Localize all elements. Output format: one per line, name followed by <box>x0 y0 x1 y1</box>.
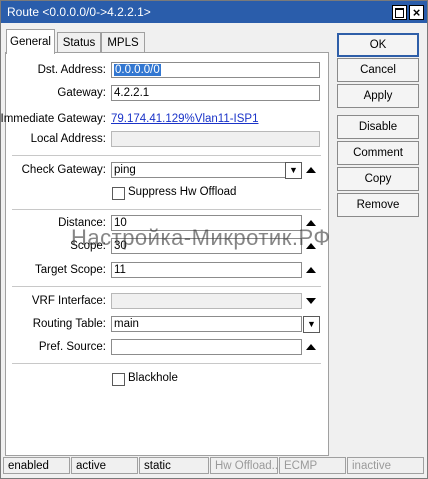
local-address-label: Local Address: <box>30 133 106 145</box>
status-enabled: enabled <box>3 457 70 474</box>
suppress-hw-offload-label: Suppress Hw Offload <box>128 186 237 198</box>
suppress-hw-offload-checkbox[interactable] <box>112 187 125 200</box>
vrf-interface-field[interactable] <box>111 293 302 309</box>
status-static: static <box>139 457 209 474</box>
comment-button[interactable]: Comment <box>337 141 419 165</box>
close-icon[interactable]: × <box>409 5 424 20</box>
status-active: active <box>71 457 138 474</box>
routing-table-label: Routing Table: <box>32 318 106 330</box>
routing-table-dropdown-icon[interactable]: ▼ <box>303 316 320 333</box>
status-inactive: inactive <box>347 457 424 474</box>
dst-address-label: Dst. Address: <box>37 64 106 76</box>
dst-address-value: 0.0.0.0/0 <box>114 64 161 76</box>
target-scope-field[interactable]: 11 <box>111 262 302 278</box>
ok-button[interactable]: OK <box>337 33 419 57</box>
local-address-field[interactable] <box>111 131 320 147</box>
remove-button[interactable]: Remove <box>337 193 419 217</box>
status-hw-offload: Hw Offload... <box>210 457 278 474</box>
tab-mpls[interactable]: MPLS <box>101 32 145 54</box>
gateway-label: Gateway: <box>57 87 106 99</box>
immediate-gateway-label: Immediate Gateway: <box>0 113 106 125</box>
tab-status[interactable]: Status <box>57 32 101 54</box>
cancel-button[interactable]: Cancel <box>337 58 419 82</box>
window-title: Route <0.0.0.0/0->4.2.2.1> <box>7 5 151 19</box>
pref-source-collapse-icon[interactable] <box>306 344 316 350</box>
separator <box>12 155 321 156</box>
check-gateway-field[interactable]: ping <box>111 162 286 178</box>
apply-button[interactable]: Apply <box>337 84 419 108</box>
tab-general[interactable]: General <box>6 29 55 54</box>
watermark-text: Настройка-Микротик.РФ <box>71 225 331 250</box>
blackhole-checkbox[interactable] <box>112 373 125 386</box>
check-gateway-collapse-icon[interactable] <box>306 167 316 173</box>
blackhole-label: Blackhole <box>128 372 178 384</box>
immediate-gateway-link[interactable]: 79.174.41.129%Vlan11-ISP1 <box>111 113 258 125</box>
target-scope-collapse-icon[interactable] <box>306 267 316 273</box>
maximize-icon[interactable] <box>392 5 407 20</box>
separator <box>12 286 321 287</box>
vrf-interface-expand-icon[interactable] <box>306 298 316 304</box>
dst-address-field[interactable]: 0.0.0.0/0 <box>111 62 320 78</box>
disable-button[interactable]: Disable <box>337 115 419 139</box>
check-gateway-dropdown-icon[interactable]: ▼ <box>285 162 302 179</box>
separator <box>12 209 321 210</box>
pref-source-field[interactable] <box>111 339 302 355</box>
status-ecmp: ECMP <box>279 457 346 474</box>
check-gateway-label: Check Gateway: <box>21 164 106 176</box>
gateway-field[interactable]: 4.2.2.1 <box>111 85 320 101</box>
title-bar[interactable]: Route <0.0.0.0/0->4.2.2.1> × <box>1 1 427 23</box>
separator <box>12 363 321 364</box>
route-dialog-window: Route <0.0.0.0/0->4.2.2.1> × General Sta… <box>0 0 428 479</box>
general-panel: Dst. Address: Gateway: Immediate Gateway… <box>1 52 329 456</box>
label-column: Dst. Address: Gateway: Immediate Gateway… <box>1 53 106 453</box>
copy-button[interactable]: Copy <box>337 167 419 191</box>
target-scope-label: Target Scope: <box>35 264 106 276</box>
vrf-interface-label: VRF Interface: <box>31 295 106 307</box>
pref-source-label: Pref. Source: <box>38 341 106 353</box>
routing-table-field[interactable]: main <box>111 316 302 332</box>
